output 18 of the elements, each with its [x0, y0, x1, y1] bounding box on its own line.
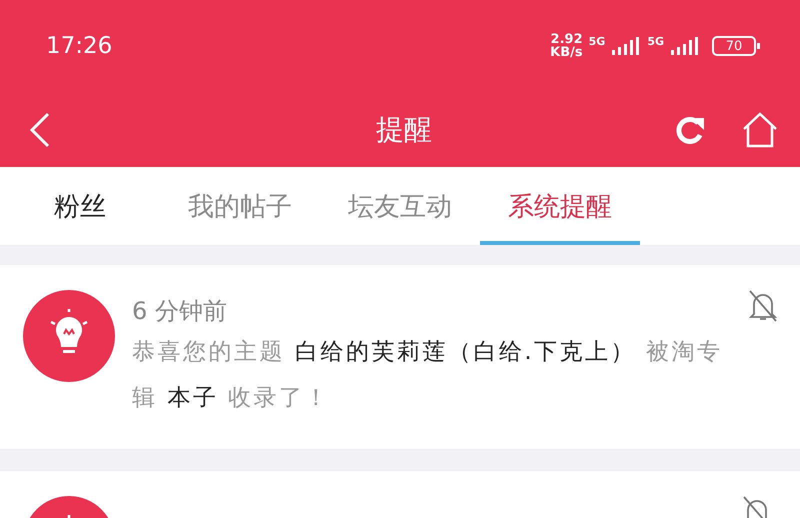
- clock: 17:26: [46, 33, 114, 59]
- notification-time: 6 分钟前: [132, 296, 228, 327]
- notification-message: 恭喜您的主题 白给的芙莉莲（白给.下克上） 被淘专辑 本子 收录了！: [132, 338, 724, 413]
- network-type: 5G: [647, 35, 664, 48]
- notification-card[interactable]: 6 分钟前 恭喜您的主题 白给的芙莉莲（白给.下克上） 被淘专辑 本子 收录了！: [0, 265, 800, 449]
- signal-icon: [670, 36, 700, 56]
- tab[interactable]: 粉丝: [0, 167, 160, 245]
- speed-unit: KB/s: [550, 46, 583, 59]
- home-icon[interactable]: [742, 112, 778, 148]
- lightbulb-avatar-icon: [22, 289, 116, 383]
- tab[interactable]: 我的帖子: [160, 167, 320, 245]
- signal-icon: [611, 36, 642, 56]
- page-title: 提醒: [376, 112, 432, 148]
- tab[interactable]: 系统提醒: [480, 167, 640, 245]
- muted-bell-icon[interactable]: [748, 289, 778, 323]
- tab[interactable]: 坛友互动: [320, 167, 480, 245]
- network-speed: 2.92: [550, 33, 583, 46]
- network-type: 5G: [588, 35, 606, 48]
